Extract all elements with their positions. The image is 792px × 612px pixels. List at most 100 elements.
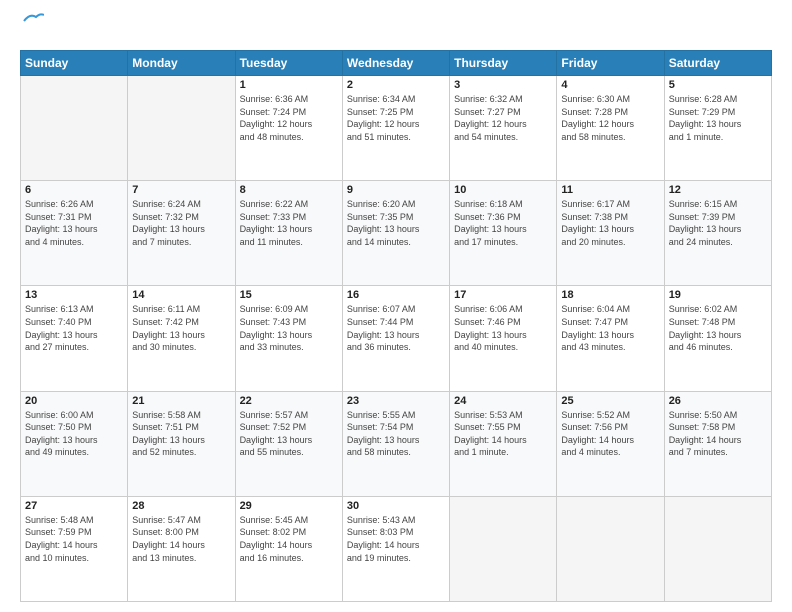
calendar-cell: 21 Sunrise: 5:58 AM Sunset: 7:51 PM Dayli… bbox=[128, 391, 235, 496]
day-info: Sunrise: 6:17 AM Sunset: 7:38 PM Dayligh… bbox=[561, 198, 659, 248]
calendar-cell: 13 Sunrise: 6:13 AM Sunset: 7:40 PM Dayli… bbox=[21, 286, 128, 391]
calendar-cell bbox=[21, 76, 128, 181]
calendar-cell: 9 Sunrise: 6:20 AM Sunset: 7:35 PM Daylig… bbox=[342, 181, 449, 286]
day-info: Sunrise: 5:58 AM Sunset: 7:51 PM Dayligh… bbox=[132, 409, 230, 459]
calendar-cell: 11 Sunrise: 6:17 AM Sunset: 7:38 PM Dayli… bbox=[557, 181, 664, 286]
day-number: 19 bbox=[669, 289, 767, 301]
day-info: Sunrise: 6:32 AM Sunset: 7:27 PM Dayligh… bbox=[454, 93, 552, 143]
calendar-cell: 15 Sunrise: 6:09 AM Sunset: 7:43 PM Dayli… bbox=[235, 286, 342, 391]
day-info: Sunrise: 5:50 AM Sunset: 7:58 PM Dayligh… bbox=[669, 409, 767, 459]
day-info: Sunrise: 6:00 AM Sunset: 7:50 PM Dayligh… bbox=[25, 409, 123, 459]
calendar-cell: 18 Sunrise: 6:04 AM Sunset: 7:47 PM Dayli… bbox=[557, 286, 664, 391]
day-number: 3 bbox=[454, 79, 552, 91]
calendar-cell: 4 Sunrise: 6:30 AM Sunset: 7:28 PM Daylig… bbox=[557, 76, 664, 181]
calendar-week-5: 27Sunrise: 5:48 AM Sunset: 7:59 PM Dayli… bbox=[21, 496, 772, 601]
day-number: 22 bbox=[240, 395, 338, 407]
header bbox=[20, 18, 772, 40]
calendar-cell: 1Sunrise: 6:36 AM Sunset: 7:24 PM Daylig… bbox=[235, 76, 342, 181]
calendar-cell: 10Sunrise: 6:18 AM Sunset: 7:36 PM Dayli… bbox=[450, 181, 557, 286]
day-number: 13 bbox=[25, 289, 123, 301]
day-info: Sunrise: 5:45 AM Sunset: 8:02 PM Dayligh… bbox=[240, 514, 338, 564]
calendar-header-thursday: Thursday bbox=[450, 51, 557, 76]
calendar-week-2: 6 Sunrise: 6:26 AM Sunset: 7:31 PM Daylig… bbox=[21, 181, 772, 286]
day-number: 7 bbox=[132, 184, 230, 196]
calendar-cell: 20 Sunrise: 6:00 AM Sunset: 7:50 PM Dayli… bbox=[21, 391, 128, 496]
day-number: 5 bbox=[669, 79, 767, 91]
calendar-header-monday: Monday bbox=[128, 51, 235, 76]
day-number: 16 bbox=[347, 289, 445, 301]
calendar-week-3: 13 Sunrise: 6:13 AM Sunset: 7:40 PM Dayli… bbox=[21, 286, 772, 391]
day-number: 17 bbox=[454, 289, 552, 301]
calendar-header-tuesday: Tuesday bbox=[235, 51, 342, 76]
day-info: Sunrise: 6:09 AM Sunset: 7:43 PM Dayligh… bbox=[240, 303, 338, 353]
calendar-cell: 3 Sunrise: 6:32 AM Sunset: 7:27 PM Daylig… bbox=[450, 76, 557, 181]
calendar-header-wednesday: Wednesday bbox=[342, 51, 449, 76]
day-info: Sunrise: 5:48 AM Sunset: 7:59 PM Dayligh… bbox=[25, 514, 123, 564]
day-number: 30 bbox=[347, 500, 445, 512]
calendar-cell: 12 Sunrise: 6:15 AM Sunset: 7:39 PM Dayli… bbox=[664, 181, 771, 286]
day-info: Sunrise: 6:28 AM Sunset: 7:29 PM Dayligh… bbox=[669, 93, 767, 143]
day-info: Sunrise: 6:30 AM Sunset: 7:28 PM Dayligh… bbox=[561, 93, 659, 143]
calendar-cell: 30 Sunrise: 5:43 AM Sunset: 8:03 PM Dayli… bbox=[342, 496, 449, 601]
day-info: Sunrise: 6:06 AM Sunset: 7:46 PM Dayligh… bbox=[454, 303, 552, 353]
calendar-cell: 14Sunrise: 6:11 AM Sunset: 7:42 PM Dayli… bbox=[128, 286, 235, 391]
day-info: Sunrise: 6:22 AM Sunset: 7:33 PM Dayligh… bbox=[240, 198, 338, 248]
logo-bird-icon bbox=[22, 11, 44, 29]
day-info: Sunrise: 6:24 AM Sunset: 7:32 PM Dayligh… bbox=[132, 198, 230, 248]
calendar-cell: 16 Sunrise: 6:07 AM Sunset: 7:44 PM Dayli… bbox=[342, 286, 449, 391]
day-info: Sunrise: 6:02 AM Sunset: 7:48 PM Dayligh… bbox=[669, 303, 767, 353]
day-info: Sunrise: 5:57 AM Sunset: 7:52 PM Dayligh… bbox=[240, 409, 338, 459]
calendar-cell: 17 Sunrise: 6:06 AM Sunset: 7:46 PM Dayli… bbox=[450, 286, 557, 391]
calendar-cell: 26Sunrise: 5:50 AM Sunset: 7:58 PM Dayli… bbox=[664, 391, 771, 496]
day-info: Sunrise: 6:11 AM Sunset: 7:42 PM Dayligh… bbox=[132, 303, 230, 353]
day-info: Sunrise: 5:52 AM Sunset: 7:56 PM Dayligh… bbox=[561, 409, 659, 459]
day-number: 15 bbox=[240, 289, 338, 301]
day-number: 20 bbox=[25, 395, 123, 407]
calendar-cell: 23 Sunrise: 5:55 AM Sunset: 7:54 PM Dayli… bbox=[342, 391, 449, 496]
day-number: 18 bbox=[561, 289, 659, 301]
day-info: Sunrise: 6:04 AM Sunset: 7:47 PM Dayligh… bbox=[561, 303, 659, 353]
calendar-cell bbox=[557, 496, 664, 601]
page: SundayMondayTuesdayWednesdayThursdayFrid… bbox=[0, 0, 792, 612]
day-number: 1 bbox=[240, 79, 338, 91]
calendar-header-sunday: Sunday bbox=[21, 51, 128, 76]
calendar-week-1: 1Sunrise: 6:36 AM Sunset: 7:24 PM Daylig… bbox=[21, 76, 772, 181]
calendar-cell: 6 Sunrise: 6:26 AM Sunset: 7:31 PM Daylig… bbox=[21, 181, 128, 286]
day-info: Sunrise: 6:20 AM Sunset: 7:35 PM Dayligh… bbox=[347, 198, 445, 248]
day-number: 8 bbox=[240, 184, 338, 196]
day-number: 28 bbox=[132, 500, 230, 512]
day-number: 6 bbox=[25, 184, 123, 196]
day-info: Sunrise: 6:13 AM Sunset: 7:40 PM Dayligh… bbox=[25, 303, 123, 353]
calendar-cell: 24Sunrise: 5:53 AM Sunset: 7:55 PM Dayli… bbox=[450, 391, 557, 496]
day-info: Sunrise: 5:53 AM Sunset: 7:55 PM Dayligh… bbox=[454, 409, 552, 459]
day-info: Sunrise: 6:26 AM Sunset: 7:31 PM Dayligh… bbox=[25, 198, 123, 248]
calendar-cell: 19 Sunrise: 6:02 AM Sunset: 7:48 PM Dayli… bbox=[664, 286, 771, 391]
day-number: 23 bbox=[347, 395, 445, 407]
calendar-table: SundayMondayTuesdayWednesdayThursdayFrid… bbox=[20, 50, 772, 602]
calendar-cell: 2 Sunrise: 6:34 AM Sunset: 7:25 PM Daylig… bbox=[342, 76, 449, 181]
day-info: Sunrise: 5:43 AM Sunset: 8:03 PM Dayligh… bbox=[347, 514, 445, 564]
day-info: Sunrise: 5:55 AM Sunset: 7:54 PM Dayligh… bbox=[347, 409, 445, 459]
day-number: 9 bbox=[347, 184, 445, 196]
day-info: Sunrise: 6:15 AM Sunset: 7:39 PM Dayligh… bbox=[669, 198, 767, 248]
calendar-cell: 29Sunrise: 5:45 AM Sunset: 8:02 PM Dayli… bbox=[235, 496, 342, 601]
day-number: 11 bbox=[561, 184, 659, 196]
day-info: Sunrise: 6:07 AM Sunset: 7:44 PM Dayligh… bbox=[347, 303, 445, 353]
calendar-cell: 28 Sunrise: 5:47 AM Sunset: 8:00 PM Dayli… bbox=[128, 496, 235, 601]
day-number: 12 bbox=[669, 184, 767, 196]
calendar-cell: 22 Sunrise: 5:57 AM Sunset: 7:52 PM Dayli… bbox=[235, 391, 342, 496]
day-number: 4 bbox=[561, 79, 659, 91]
day-number: 10 bbox=[454, 184, 552, 196]
day-info: Sunrise: 6:34 AM Sunset: 7:25 PM Dayligh… bbox=[347, 93, 445, 143]
day-number: 25 bbox=[561, 395, 659, 407]
calendar-cell bbox=[128, 76, 235, 181]
day-number: 21 bbox=[132, 395, 230, 407]
day-info: Sunrise: 5:47 AM Sunset: 8:00 PM Dayligh… bbox=[132, 514, 230, 564]
logo bbox=[20, 18, 44, 40]
calendar-cell: 5 Sunrise: 6:28 AM Sunset: 7:29 PM Daylig… bbox=[664, 76, 771, 181]
calendar-cell: 8 Sunrise: 6:22 AM Sunset: 7:33 PM Daylig… bbox=[235, 181, 342, 286]
calendar-header-row: SundayMondayTuesdayWednesdayThursdayFrid… bbox=[21, 51, 772, 76]
day-number: 2 bbox=[347, 79, 445, 91]
calendar-header-friday: Friday bbox=[557, 51, 664, 76]
calendar-cell: 25 Sunrise: 5:52 AM Sunset: 7:56 PM Dayli… bbox=[557, 391, 664, 496]
